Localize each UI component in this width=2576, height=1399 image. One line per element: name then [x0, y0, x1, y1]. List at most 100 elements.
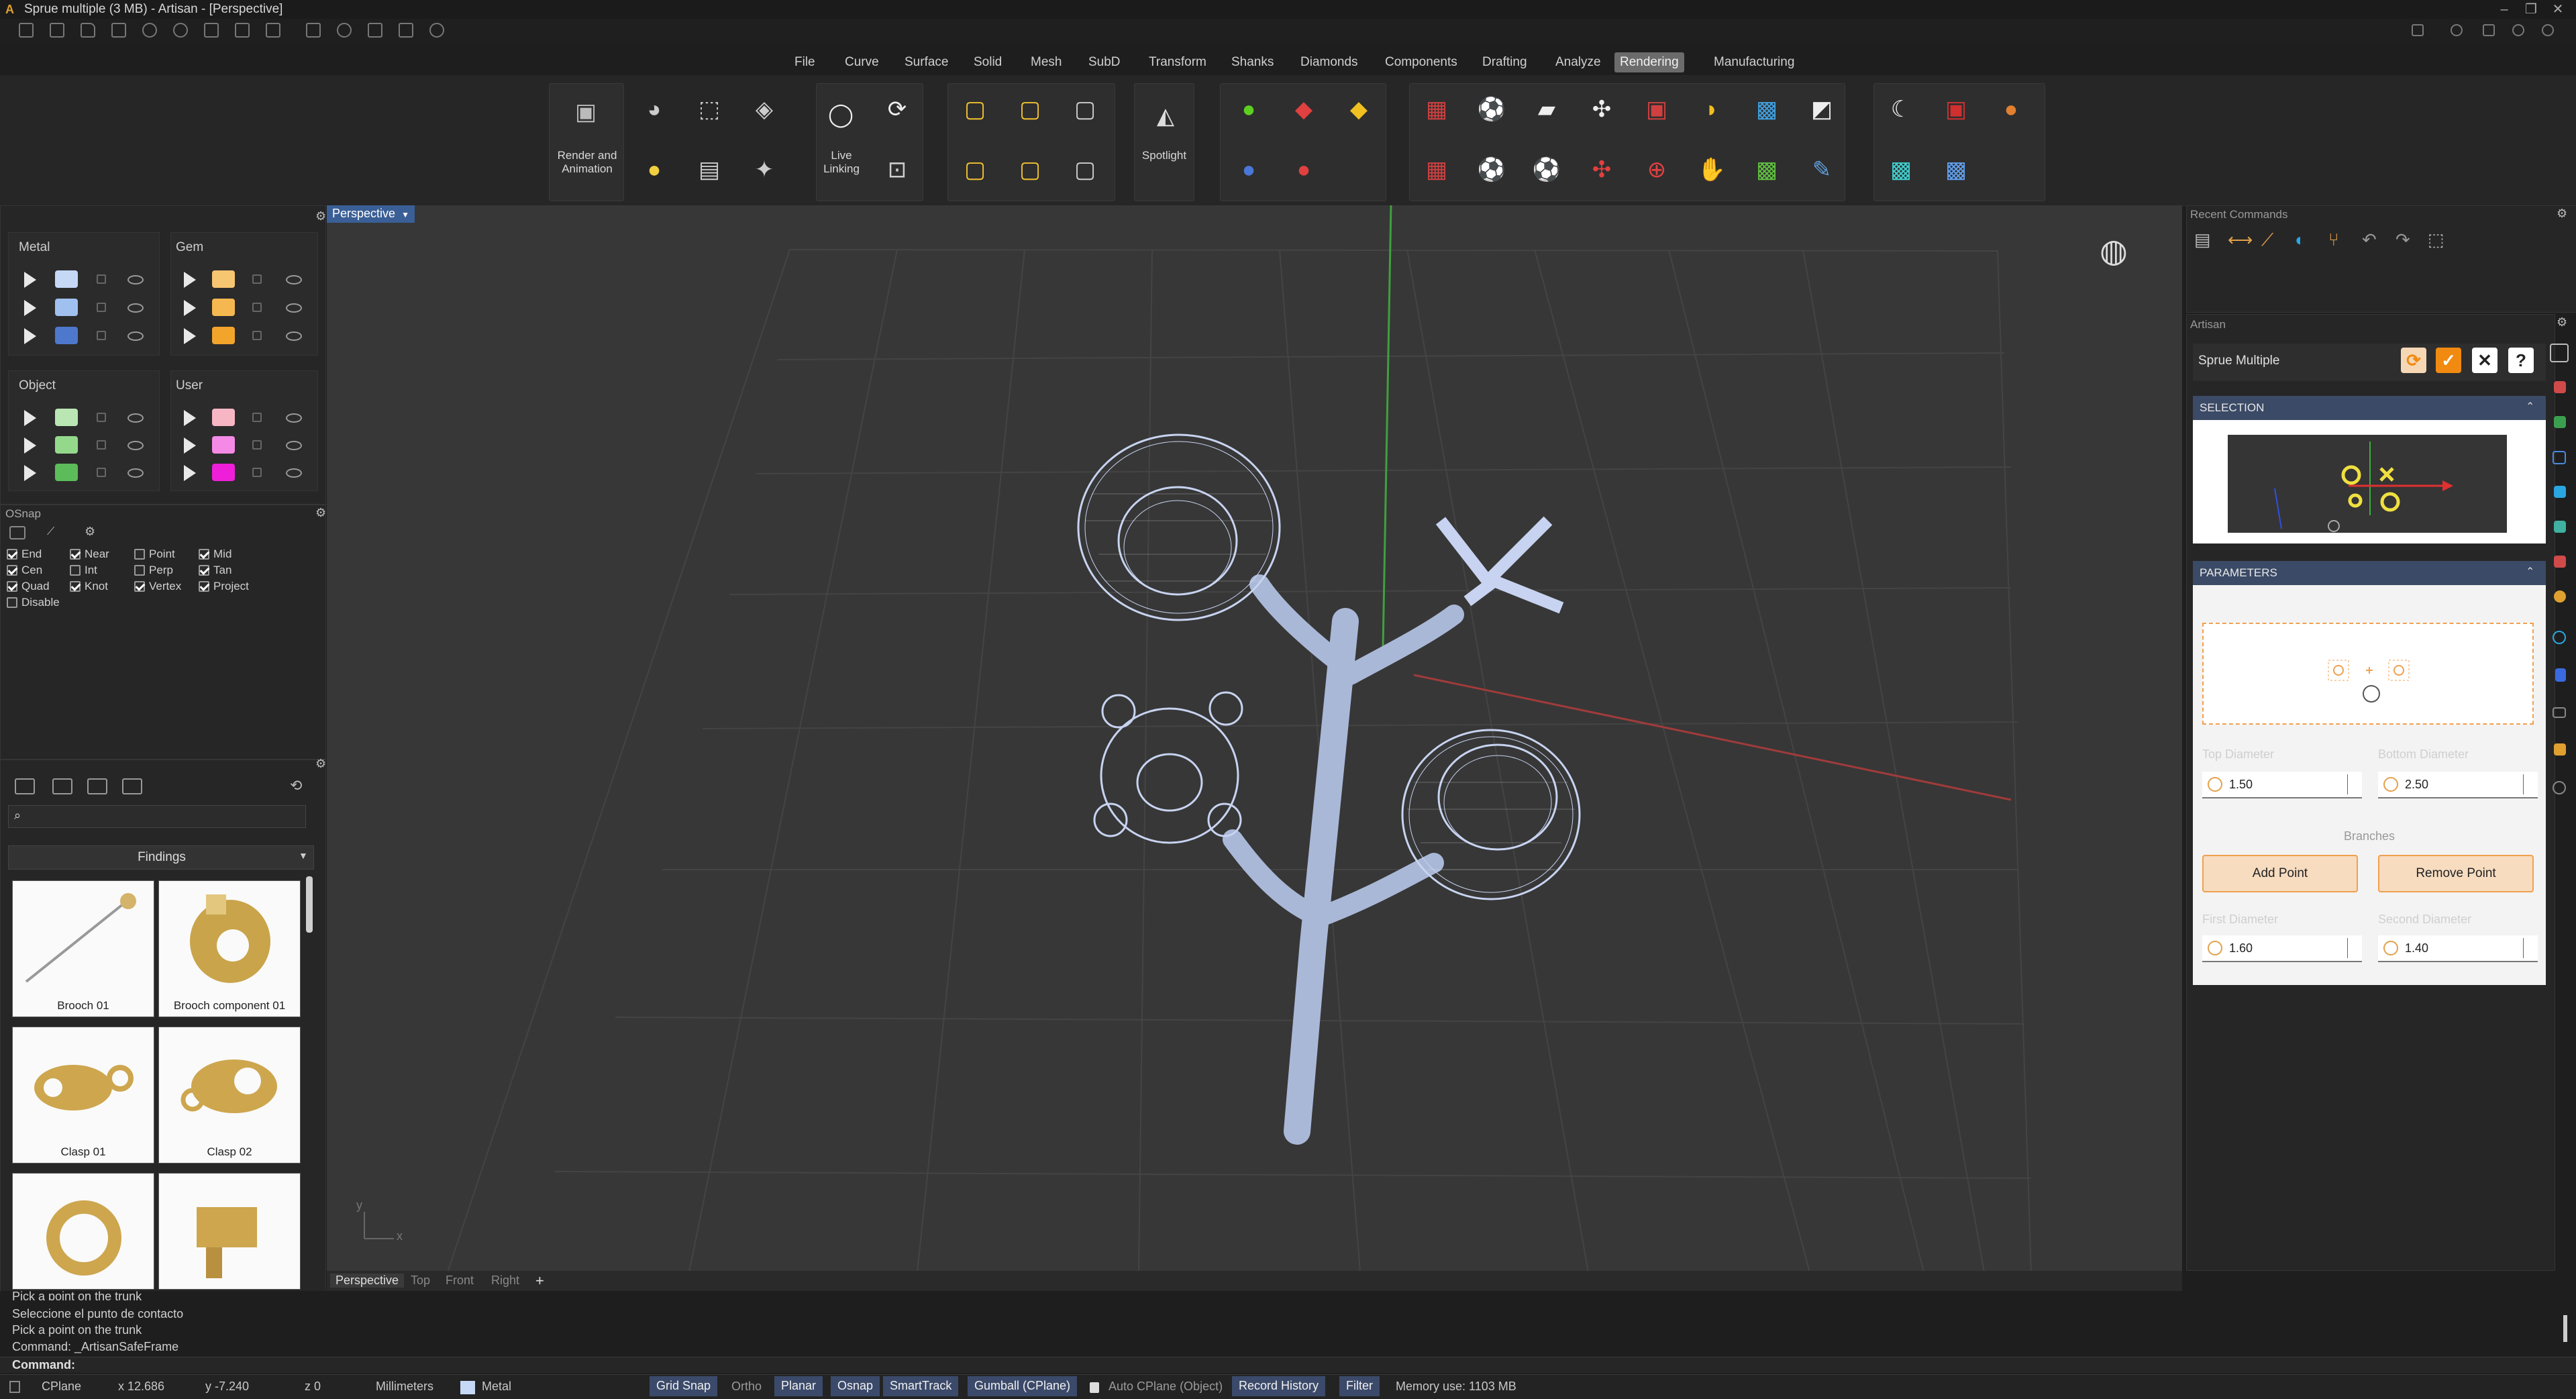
eye-icon[interactable] — [286, 468, 302, 478]
menu-rendering[interactable]: Rendering — [1614, 52, 1684, 72]
checkbox-icon[interactable] — [7, 549, 17, 560]
grid-view-icon[interactable] — [122, 778, 142, 794]
play-icon[interactable] — [24, 410, 36, 426]
ortho-toggle[interactable]: Ortho — [731, 1380, 762, 1394]
bottom-diameter-field[interactable]: 2.50 — [2378, 772, 2538, 798]
library-search-input[interactable]: ⌕ — [8, 805, 306, 828]
menu-surface[interactable]: Surface — [899, 52, 954, 72]
texture-icon[interactable]: ▣ — [1633, 86, 1680, 133]
recent-command-icon[interactable]: ▤ — [2194, 229, 2211, 250]
eye-icon[interactable] — [286, 331, 302, 341]
play-icon[interactable] — [24, 465, 36, 481]
refresh-icon[interactable]: ⟲ — [290, 777, 302, 794]
play-icon[interactable] — [24, 437, 36, 454]
play-icon[interactable] — [184, 328, 196, 344]
lasso-icon[interactable] — [337, 23, 352, 38]
osnap-mid[interactable]: Mid — [199, 548, 231, 561]
play-icon[interactable] — [24, 328, 36, 344]
assign-material-icon[interactable]: ◆ — [1280, 86, 1327, 133]
brush-icon[interactable]: ✎ — [1798, 146, 1845, 193]
tab-doc-icon[interactable] — [2555, 668, 2566, 682]
lock-icon[interactable] — [97, 413, 106, 422]
play-icon[interactable] — [184, 410, 196, 426]
library-scrollbar[interactable] — [306, 876, 313, 933]
lock-icon[interactable] — [97, 440, 106, 450]
material-icon[interactable]: ◈ — [741, 86, 788, 133]
copy-material-icon[interactable]: ● — [1280, 146, 1327, 193]
play-icon[interactable] — [184, 300, 196, 316]
eye-icon[interactable] — [286, 413, 302, 423]
spotlight-label[interactable]: Spotlight — [1134, 149, 1194, 162]
checkbox-icon[interactable] — [7, 565, 17, 576]
osnap-disable[interactable]: Disable — [7, 596, 60, 609]
osnap-perp[interactable]: Perp — [134, 564, 173, 577]
ok-button[interactable]: ✓ — [2436, 348, 2461, 373]
spinner-icon[interactable] — [2347, 774, 2358, 794]
library-item[interactable] — [158, 1173, 301, 1290]
info-icon[interactable] — [2451, 24, 2463, 36]
gear-tool-icon[interactable] — [429, 23, 444, 38]
menu-drafting[interactable]: Drafting — [1477, 52, 1533, 72]
duck-icon[interactable]: ◗ — [1688, 86, 1735, 133]
render-animation-label[interactable]: Render and Animation — [550, 149, 624, 176]
osnap-cen[interactable]: Cen — [7, 564, 42, 577]
box-map-icon[interactable]: ▦ — [1413, 86, 1460, 133]
save-as-icon[interactable] — [235, 23, 250, 38]
recent-line-icon[interactable]: ⟋ — [2261, 229, 2273, 251]
recent-curve-icon[interactable]: ◐ — [2295, 229, 2306, 250]
scene-export-icon[interactable]: ▢ — [1062, 146, 1109, 193]
play-icon[interactable] — [184, 437, 196, 454]
record-history-toggle[interactable]: Record History — [1232, 1376, 1326, 1396]
save-all-icon[interactable] — [266, 23, 280, 38]
library-category-select[interactable]: Findings ▼ — [8, 845, 314, 870]
scene-view-icon[interactable]: ▢ — [1062, 86, 1109, 133]
cube-map-icon[interactable]: ▩ — [1743, 86, 1790, 133]
osnap-point[interactable]: Point — [134, 548, 175, 561]
eye-icon[interactable] — [127, 303, 144, 313]
render-settings-icon[interactable]: ▤ — [686, 146, 733, 193]
menu-analyze[interactable]: Analyze — [1550, 52, 1606, 72]
hand-icon[interactable]: ✋ — [1688, 146, 1735, 193]
top-diameter-field[interactable]: 1.50 — [2202, 772, 2362, 798]
play-icon[interactable] — [184, 272, 196, 288]
sphere-orange-icon[interactable]: ● — [1988, 86, 2034, 133]
folder-settings-icon[interactable] — [87, 778, 107, 794]
selection-header[interactable]: SELECTION ⌃ — [2193, 396, 2546, 420]
scene-icon[interactable]: ▢ — [951, 86, 998, 133]
transform-icon[interactable] — [368, 23, 382, 38]
lock-icon[interactable] — [252, 303, 262, 312]
cancel-button[interactable]: ✕ — [2472, 348, 2497, 373]
help-icon[interactable] — [2512, 24, 2524, 36]
lock-icon[interactable] — [97, 303, 106, 312]
current-layer[interactable]: Metal — [482, 1380, 511, 1394]
checker-icon[interactable]: ✣ — [1578, 86, 1625, 133]
osnap-mode-icon[interactable] — [9, 526, 25, 539]
snapshot-icon[interactable]: ⊡ — [874, 146, 921, 193]
layer-color-swatch[interactable] — [212, 464, 235, 481]
checkbox-icon[interactable] — [199, 549, 209, 560]
checkbox-icon[interactable] — [70, 581, 81, 592]
eye-icon[interactable] — [127, 275, 144, 284]
record-icon[interactable]: ▣ — [1933, 86, 1979, 133]
play-icon[interactable] — [184, 465, 196, 481]
spinner-icon[interactable] — [2523, 938, 2534, 958]
menu-transform[interactable]: Transform — [1143, 52, 1212, 72]
osnap-int[interactable]: Int — [70, 564, 97, 577]
osnap-near[interactable]: Near — [70, 548, 109, 561]
tab-teal-icon[interactable] — [2554, 521, 2566, 533]
layer-color-swatch[interactable] — [212, 436, 235, 454]
library-item[interactable]: Clasp 01 — [12, 1027, 154, 1163]
artisan-settings-icon[interactable]: ⚙ — [2557, 315, 2567, 329]
sphere-map-icon[interactable]: ⚽ — [1468, 86, 1515, 133]
smarttrack-toggle[interactable]: SmartTrack — [883, 1376, 959, 1396]
lock-icon[interactable] — [97, 331, 106, 340]
color-cube-icon[interactable]: ▩ — [1743, 146, 1790, 193]
perspective-viewport[interactable]: Perspective ▼ ◍ y x — [327, 205, 2182, 1271]
layers-settings-icon[interactable]: ⚙ — [315, 209, 326, 223]
layer-color-swatch[interactable] — [55, 464, 78, 481]
osnap-settings-icon[interactable]: ⚙ — [315, 506, 326, 520]
checkbox-icon[interactable] — [199, 581, 209, 592]
library-item[interactable]: Brooch component 01 — [158, 880, 301, 1017]
layer-color-swatch[interactable] — [55, 270, 78, 288]
spotlight-icon[interactable]: ◭ — [1142, 93, 1189, 140]
